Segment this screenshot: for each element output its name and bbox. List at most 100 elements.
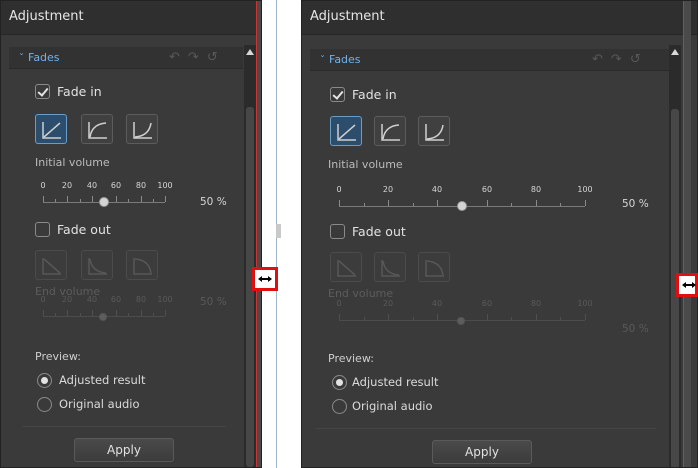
original-audio-radio[interactable] (332, 399, 347, 414)
slider-tick (92, 196, 93, 202)
slider-minor-tick (153, 313, 154, 316)
slider-tick-label: 40 (431, 299, 443, 308)
slider-tick-label: 80 (530, 299, 542, 308)
end-volume-percent: 50 % (200, 296, 227, 308)
slider-tick (92, 310, 93, 316)
resize-horizontal-icon (682, 282, 696, 288)
fade-out-curve-exp[interactable] (418, 252, 450, 282)
slider-tick-label: 40 (431, 185, 443, 194)
redo-icon[interactable]: ↷ (611, 52, 622, 67)
redo-icon[interactable]: ↷ (188, 50, 199, 65)
vertical-scrollbar[interactable] (244, 45, 256, 467)
panel-edge (256, 1, 261, 467)
linear-fade-out-icon (42, 258, 61, 275)
slider-tick (165, 196, 166, 202)
slider-minor-tick (55, 199, 56, 202)
slider-tick-label: 60 (481, 299, 493, 308)
slider-tick (141, 196, 142, 202)
fade-in-label: Fade in (57, 84, 102, 99)
resize-handle-highlight-left[interactable] (252, 267, 278, 291)
fade-out-curve-exp[interactable] (126, 250, 158, 280)
fade-in-curve-linear[interactable] (330, 116, 362, 146)
fade-in-curve-log[interactable] (81, 114, 113, 144)
slider-tick (43, 310, 44, 316)
fades-section-header[interactable]: ˇ Fades ↶ ↷ ↺ (9, 47, 243, 69)
initial-volume-label: Initial volume (328, 158, 403, 171)
panel-title: Adjustment (1, 1, 261, 35)
slider-tick (585, 314, 586, 320)
slider-knob[interactable] (99, 313, 107, 321)
slider-tick (339, 314, 340, 320)
slider-tick (43, 196, 44, 202)
panel-edge (683, 1, 691, 467)
panel-title: Adjustment (302, 1, 697, 35)
original-audio-radio[interactable] (37, 397, 52, 412)
slider-tick-label: 60 (110, 181, 122, 190)
end-volume-slider[interactable]: 0 20 40 60 80 100 (40, 292, 173, 326)
adjusted-result-radio[interactable] (332, 375, 347, 390)
slider-tick (116, 196, 117, 202)
fade-in-curve-exp[interactable] (126, 114, 158, 144)
slider-minor-tick (153, 199, 154, 202)
adjusted-result-radio[interactable] (37, 373, 52, 388)
slider-tick-label: 40 (86, 295, 98, 304)
slider-tick (67, 310, 68, 316)
apply-button[interactable]: Apply (432, 440, 532, 464)
slider-minor-tick (364, 203, 365, 206)
slider-tick (536, 200, 537, 206)
undo-icon[interactable]: ↶ (592, 52, 603, 67)
vertical-scrollbar[interactable] (669, 45, 681, 467)
resize-handle-highlight-right[interactable] (676, 273, 698, 297)
gap-tab (276, 224, 281, 238)
scroll-up-arrow-icon[interactable] (246, 49, 254, 55)
gap-area (263, 0, 300, 468)
fade-in-checkbox[interactable] (35, 84, 50, 99)
divider (23, 426, 226, 427)
slider-knob[interactable] (457, 201, 467, 211)
slider-knob[interactable] (457, 317, 465, 325)
fade-out-curve-linear[interactable] (330, 252, 362, 282)
slider-tick-label: 80 (530, 185, 542, 194)
resize-horizontal-icon (258, 276, 272, 282)
slider-knob[interactable] (99, 197, 109, 207)
slider-tick (388, 200, 389, 206)
slider-tick-label: 20 (61, 295, 73, 304)
slider-minor-tick (80, 313, 81, 316)
apply-button[interactable]: Apply (74, 438, 174, 462)
fade-out-label: Fade out (57, 222, 111, 237)
slider-tick (116, 310, 117, 316)
fade-out-checkbox[interactable] (330, 224, 345, 239)
initial-volume-slider[interactable]: 0 20 40 60 80 100 (336, 182, 593, 216)
slider-tick-label: 20 (382, 185, 394, 194)
fade-in-checkbox[interactable] (330, 87, 345, 102)
fades-section-header[interactable]: ˇ Fades ↶ ↷ ↺ (310, 49, 670, 71)
fade-in-curve-linear[interactable] (35, 114, 67, 144)
slider-tick (437, 200, 438, 206)
fade-in-curve-exp[interactable] (418, 116, 450, 146)
original-audio-label: Original audio (352, 399, 433, 413)
fade-out-curve-linear[interactable] (35, 250, 67, 280)
slider-tick-label: 40 (86, 181, 98, 190)
slider-tick-label: 100 (157, 295, 173, 304)
reset-icon[interactable]: ↺ (630, 52, 641, 67)
undo-icon[interactable]: ↶ (169, 50, 180, 65)
end-volume-slider[interactable]: 0 20 40 60 80 100 (336, 296, 593, 330)
slider-tick (339, 200, 340, 206)
chevron-down-icon: ˇ (320, 55, 325, 66)
initial-volume-percent: 50 % (200, 196, 227, 208)
slider-tick-label: 80 (135, 295, 147, 304)
scroll-up-arrow-icon[interactable] (671, 49, 679, 55)
log-fade-out-icon (88, 258, 107, 275)
fade-out-curve-log[interactable] (81, 250, 113, 280)
fade-out-curve-log[interactable] (374, 252, 406, 282)
fade-in-curve-log[interactable] (374, 116, 406, 146)
section-title: Fades (28, 51, 60, 64)
slider-tick-label: 0 (336, 299, 342, 308)
fade-out-checkbox[interactable] (35, 222, 50, 237)
initial-volume-slider[interactable]: 0 20 40 60 80 100 (40, 178, 173, 212)
divider (316, 428, 656, 429)
slider-tick (437, 314, 438, 320)
exp-fade-out-icon (133, 258, 152, 275)
reset-icon[interactable]: ↺ (207, 50, 218, 65)
slider-tick-label: 60 (481, 185, 493, 194)
